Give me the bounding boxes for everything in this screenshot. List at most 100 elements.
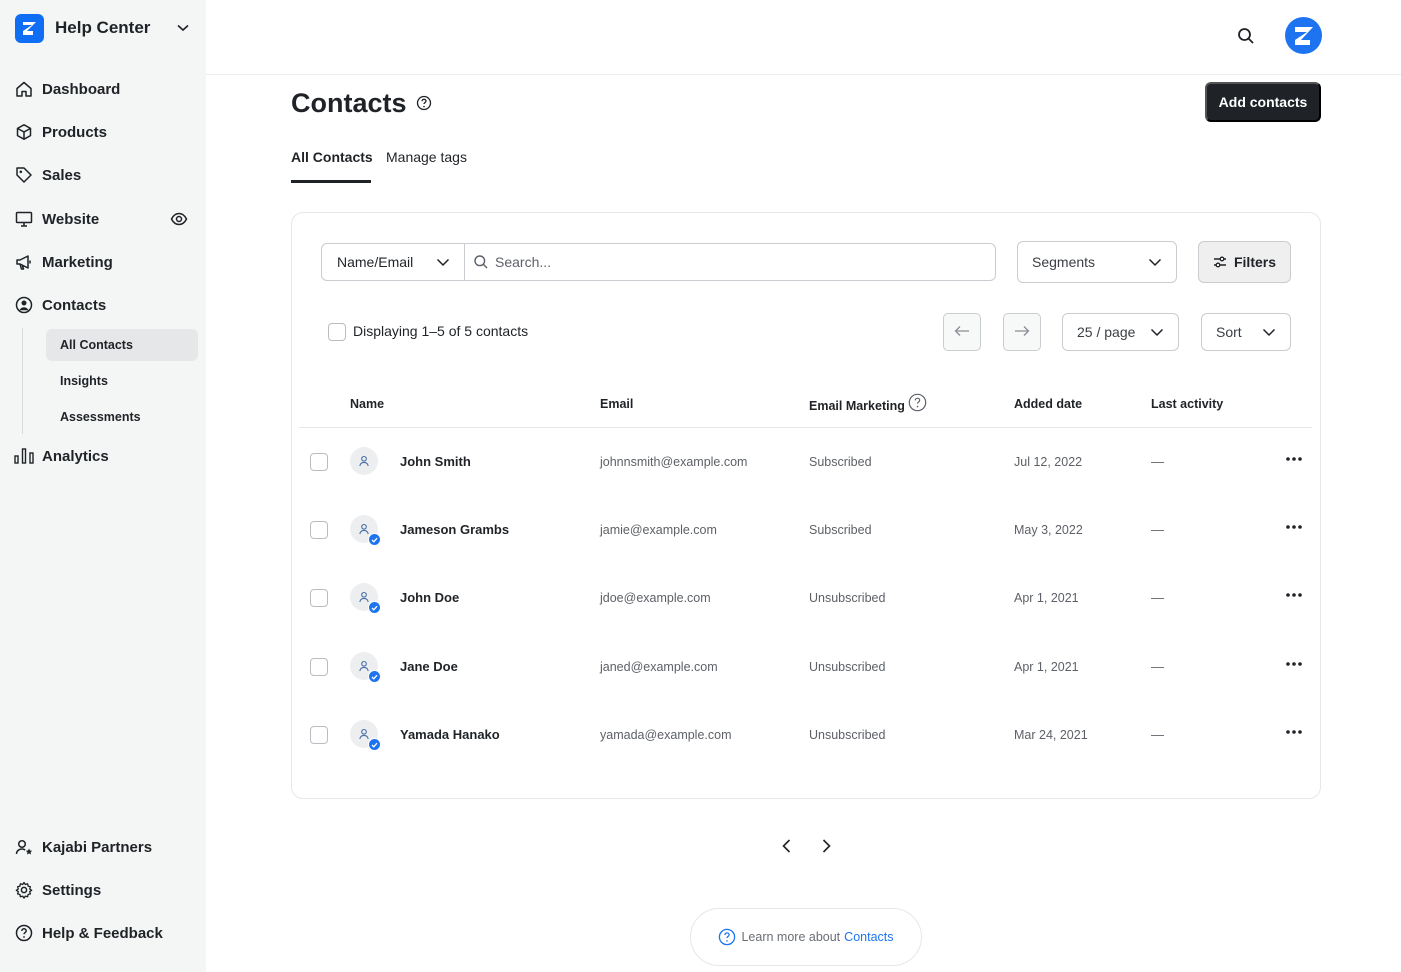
select-all-checkbox[interactable] <box>328 323 346 341</box>
active-tab-indicator <box>291 180 371 183</box>
chevron-left-icon[interactable] <box>777 836 797 856</box>
sidebar-item-kajabi-partners[interactable]: Kajabi Partners <box>14 833 194 861</box>
subnav-divider <box>22 328 23 434</box>
sidebar-item-label: Products <box>42 123 108 141</box>
sidebar-item-analytics[interactable]: Analytics <box>14 442 194 470</box>
contact-name[interactable]: Yamada Hanako <box>400 727 500 742</box>
arrow-left-icon <box>954 325 970 340</box>
table-row[interactable]: Jane Doe janed@example.com Unsubscribed … <box>299 641 1312 691</box>
partner-icon <box>14 837 34 857</box>
more-options-icon[interactable] <box>1284 587 1304 603</box>
sidebar-item-settings[interactable]: Settings <box>14 876 194 904</box>
tag-icon <box>14 165 34 185</box>
contact-email: johnnsmith@example.com <box>600 455 748 469</box>
segments-label: Segments <box>1032 254 1096 270</box>
eye-icon[interactable] <box>170 210 188 228</box>
column-header-added-date[interactable]: Added date <box>1014 397 1082 411</box>
added-date: May 3, 2022 <box>1014 523 1083 537</box>
contact-email: yamada@example.com <box>600 728 732 742</box>
added-date: Apr 1, 2021 <box>1014 591 1079 605</box>
chevron-right-icon[interactable] <box>816 836 836 856</box>
table-row[interactable]: Jameson Grambs jamie@example.com Subscri… <box>299 504 1312 554</box>
learn-more-link[interactable]: Contacts <box>844 930 893 944</box>
sidebar-item-products[interactable]: Products <box>14 118 194 146</box>
last-activity: — <box>1151 454 1164 469</box>
search-input[interactable] <box>495 254 975 270</box>
tab-manage-tags[interactable]: Manage tags <box>386 149 467 165</box>
contact-name[interactable]: Jane Doe <box>400 659 458 674</box>
table-row[interactable]: John Doe jdoe@example.com Unsubscribed A… <box>299 572 1312 622</box>
learn-more-text: Learn more about <box>741 930 841 944</box>
tab-all-contacts[interactable]: All Contacts <box>291 149 373 165</box>
more-options-icon[interactable] <box>1284 451 1304 467</box>
bar-chart-icon <box>14 446 34 466</box>
search-icon[interactable] <box>1236 26 1256 46</box>
per-page-dropdown[interactable]: 25 / page <box>1062 313 1179 351</box>
row-checkbox[interactable] <box>310 453 328 471</box>
contact-name[interactable]: Jameson Grambs <box>400 522 509 537</box>
megaphone-icon <box>14 252 34 272</box>
added-date: Jul 12, 2022 <box>1014 455 1083 469</box>
account-avatar[interactable] <box>1285 17 1322 54</box>
filters-label: Filters <box>1233 254 1276 270</box>
sidebar-subitem-insights[interactable]: Insights <box>46 365 198 397</box>
contact-email: jdoe@example.com <box>600 591 711 605</box>
more-options-icon[interactable] <box>1284 519 1304 535</box>
contact-email: janed@example.com <box>600 660 718 674</box>
column-header-email[interactable]: Email <box>600 397 633 411</box>
row-checkbox[interactable] <box>310 658 328 676</box>
sort-dropdown[interactable]: Sort <box>1201 313 1291 351</box>
sidebar-item-help-feedback[interactable]: Help & Feedback <box>14 919 194 947</box>
sidebar-item-label: Website <box>42 210 100 228</box>
more-options-icon[interactable] <box>1284 656 1304 672</box>
column-header-email-marketing[interactable]: Email Marketing <box>809 399 905 413</box>
row-checkbox[interactable] <box>310 726 328 744</box>
contact-name[interactable]: John Smith <box>400 454 471 469</box>
site-switcher[interactable]: Help Center <box>15 13 190 43</box>
sidebar-subitem-all-contacts[interactable]: All Contacts <box>46 329 198 361</box>
displaying-count: Displaying 1–5 of 5 contacts <box>353 323 529 339</box>
chevron-down-icon <box>176 21 190 35</box>
sidebar-item-website[interactable]: Website <box>14 205 194 233</box>
sidebar-item-label: Dashboard <box>42 80 121 98</box>
next-page-button[interactable] <box>1003 313 1041 351</box>
contact-email: jamie@example.com <box>600 523 717 537</box>
chevron-down-icon <box>1262 325 1276 342</box>
sidebar-item-dashboard[interactable]: Dashboard <box>14 75 194 103</box>
sliders-icon <box>1213 255 1227 269</box>
add-contacts-button[interactable]: Add contacts <box>1205 82 1321 122</box>
search-field-select[interactable]: Name/Email <box>321 243 465 281</box>
table-row[interactable]: Yamada Hanako yamada@example.com Unsubsc… <box>299 709 1312 759</box>
help-circle-icon[interactable] <box>416 95 432 111</box>
sidebar-subitem-assessments[interactable]: Assessments <box>46 401 198 433</box>
sidebar-item-marketing[interactable]: Marketing <box>14 248 194 276</box>
last-activity: — <box>1151 727 1164 742</box>
row-checkbox[interactable] <box>310 589 328 607</box>
home-icon <box>14 79 34 99</box>
sidebar-item-label: Analytics <box>42 447 109 465</box>
sidebar-item-label: Sales <box>42 166 82 184</box>
avatar <box>350 447 378 475</box>
more-options-icon[interactable] <box>1284 724 1304 740</box>
segments-dropdown[interactable]: Segments <box>1017 241 1177 283</box>
box-icon <box>14 122 34 142</box>
row-checkbox[interactable] <box>310 521 328 539</box>
email-marketing-status: Unsubscribed <box>809 728 886 742</box>
chevron-down-icon <box>1148 255 1162 272</box>
column-header-last-activity[interactable]: Last activity <box>1151 397 1223 411</box>
site-name: Help Center <box>55 18 151 37</box>
email-marketing-status: Subscribed <box>809 523 872 537</box>
sidebar-item-contacts[interactable]: Contacts <box>14 291 194 319</box>
filters-button[interactable]: Filters <box>1198 241 1291 283</box>
contact-name[interactable]: John Doe <box>400 590 459 605</box>
table-row[interactable]: John Smith johnnsmith@example.com Subscr… <box>299 436 1312 486</box>
verified-check-icon <box>368 738 381 751</box>
help-circle-icon[interactable] <box>908 393 927 412</box>
prev-page-button[interactable] <box>943 313 981 351</box>
sidebar-item-label: Help & Feedback <box>42 924 163 942</box>
gear-icon <box>14 880 34 900</box>
per-page-value: 25 / page <box>1077 324 1136 340</box>
sort-label: Sort <box>1216 324 1242 340</box>
sidebar-item-sales[interactable]: Sales <box>14 161 194 189</box>
column-header-name[interactable]: Name <box>350 397 384 411</box>
